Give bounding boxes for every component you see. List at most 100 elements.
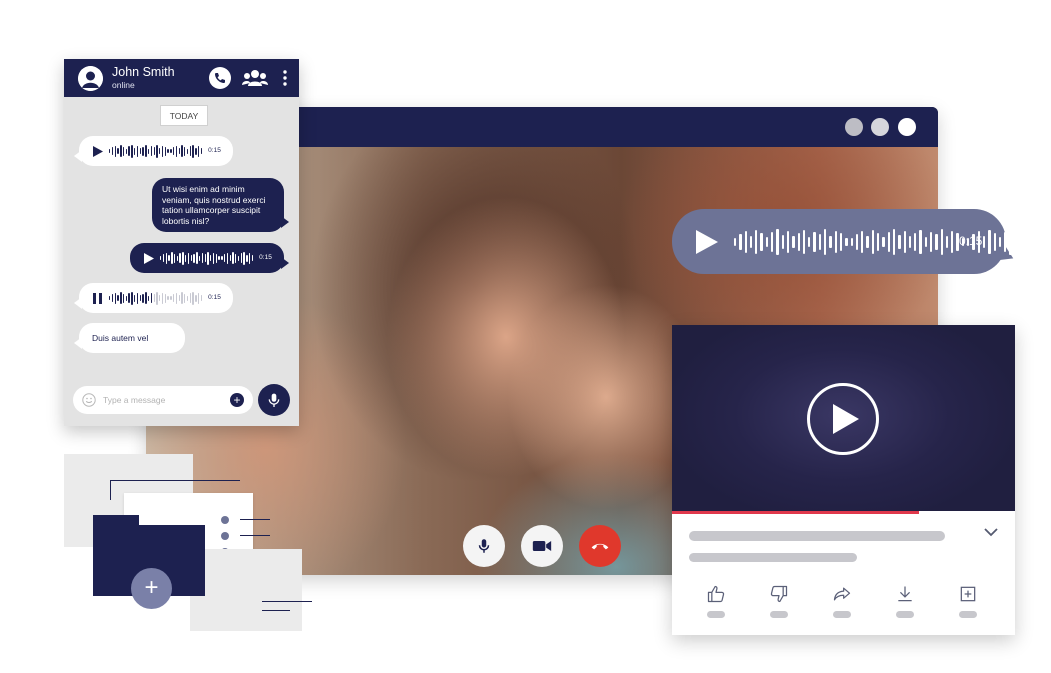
waveform-bar: [861, 230, 864, 253]
action-label-placeholder: [959, 611, 977, 618]
waveform-bar: [221, 256, 223, 260]
waveform-bar: [993, 232, 996, 251]
waveform-bar: [185, 254, 187, 262]
share-button[interactable]: [830, 582, 854, 606]
download-icon: [898, 586, 912, 602]
waveform-bar: [190, 255, 192, 261]
waveform-bar: [765, 236, 769, 247]
waveform-bar: [156, 291, 158, 305]
waveform-bar: [128, 293, 130, 303]
add-to-list-icon: [960, 586, 976, 602]
waveform-bar: [839, 232, 843, 251]
waveform[interactable]: [109, 291, 203, 305]
waveform-bar: [877, 232, 880, 251]
avatar[interactable]: [78, 66, 103, 91]
pause-icon[interactable]: [93, 292, 103, 304]
waveform-bar: [818, 233, 822, 250]
dislike-button[interactable]: [767, 582, 791, 606]
waveform-bar: [1009, 228, 1012, 255]
chat-panel: John Smith online TODAY 0:15 Ut wisi eni…: [64, 59, 299, 426]
smile-icon[interactable]: [82, 393, 96, 407]
waveform-bar: [951, 230, 954, 253]
waveform-bar: [193, 253, 195, 263]
file-sheet: [190, 549, 312, 631]
waveform-bar: [159, 148, 161, 154]
waveform-bar: [218, 256, 220, 260]
more-options-button[interactable]: [280, 66, 290, 90]
voice-message: 0:15: [74, 283, 233, 313]
waveform-bar: [1020, 230, 1023, 253]
waveform-bar: [988, 229, 991, 254]
waveform-bar: [251, 255, 254, 261]
waveform-bar: [935, 233, 938, 250]
waveform-bar: [232, 252, 234, 264]
plus-icon: +: [144, 574, 159, 601]
waveform-bar: [139, 148, 141, 154]
waveform-bar: [198, 255, 201, 261]
window-control-dot[interactable]: [871, 118, 889, 136]
waveform-bar: [204, 254, 206, 262]
voice-duration: 0:15: [259, 253, 272, 261]
play-icon[interactable]: [696, 230, 718, 254]
chevron-down-icon[interactable]: [984, 528, 998, 537]
waveform-bar: [172, 147, 175, 155]
bullet-dot: [221, 516, 229, 524]
waveform-bar: [813, 231, 816, 252]
add-file-button[interactable]: +: [131, 568, 172, 609]
more-vertical-icon: [283, 70, 287, 86]
contact-name: John Smith: [112, 65, 175, 79]
waveform-bar: [249, 252, 251, 264]
add-to-list-button[interactable]: [956, 582, 980, 606]
window-control-dot[interactable]: [845, 118, 863, 136]
waveform-bar: [855, 233, 859, 250]
group-call-button[interactable]: [242, 66, 268, 90]
window-control-dot[interactable]: [898, 118, 916, 136]
waveform-bar: [1014, 234, 1018, 249]
waveform-bar: [866, 235, 869, 248]
waveform-bar: [156, 144, 158, 158]
waveform-bar: [871, 229, 875, 254]
message-input[interactable]: Type a message +: [73, 386, 253, 414]
waveform-bar: [229, 255, 231, 261]
waveform-bar: [147, 295, 150, 301]
attach-button[interactable]: +: [230, 393, 244, 407]
group-icon: [242, 70, 268, 86]
video-player-card: [672, 325, 1015, 635]
waveform-bar: [212, 252, 215, 264]
like-button[interactable]: [704, 582, 728, 606]
waveform-bar: [235, 253, 237, 263]
waveform-bar: [189, 146, 192, 156]
play-icon[interactable]: [93, 145, 103, 157]
video-progress-bar[interactable]: [672, 511, 1015, 514]
waveform-bar: [109, 296, 111, 300]
waveform-bar: [167, 296, 169, 300]
play-icon[interactable]: [144, 252, 154, 264]
toggle-camera-button[interactable]: [521, 525, 563, 567]
waveform-bar: [755, 229, 758, 254]
waveform-bar: [131, 144, 133, 158]
voice-call-button[interactable]: [208, 66, 232, 90]
thumbs-down-icon: [770, 585, 788, 603]
waveform-bar: [246, 254, 248, 262]
waveform-bar: [172, 294, 175, 302]
waveform[interactable]: [160, 251, 254, 265]
waveform-bar: [170, 149, 172, 153]
waveform-bar: [198, 145, 200, 157]
download-button[interactable]: [893, 582, 917, 606]
waveform[interactable]: [734, 227, 1039, 256]
end-call-button[interactable]: [579, 525, 621, 567]
video-player-screen[interactable]: [672, 325, 1015, 511]
waveform-bar: [182, 251, 184, 265]
bullet-dot: [221, 532, 229, 540]
waveform-bar: [175, 292, 178, 304]
microphone-icon: [478, 539, 490, 553]
mute-microphone-button[interactable]: [463, 525, 505, 567]
waveform-bar: [139, 295, 141, 301]
waveform-bar: [792, 235, 795, 248]
waveform[interactable]: [109, 144, 203, 158]
waveform-bar: [150, 293, 153, 303]
record-voice-button[interactable]: [258, 384, 290, 416]
waveform-bar: [111, 294, 114, 302]
voice-duration: 0:15: [959, 234, 983, 248]
play-button[interactable]: [807, 383, 879, 455]
